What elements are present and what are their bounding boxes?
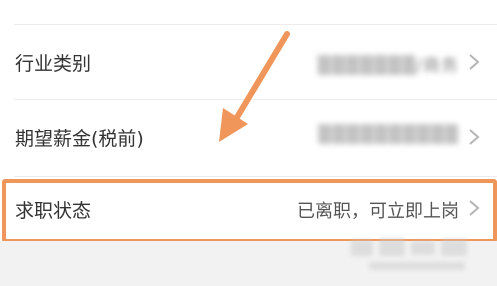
arrow-annotation	[219, 31, 290, 142]
